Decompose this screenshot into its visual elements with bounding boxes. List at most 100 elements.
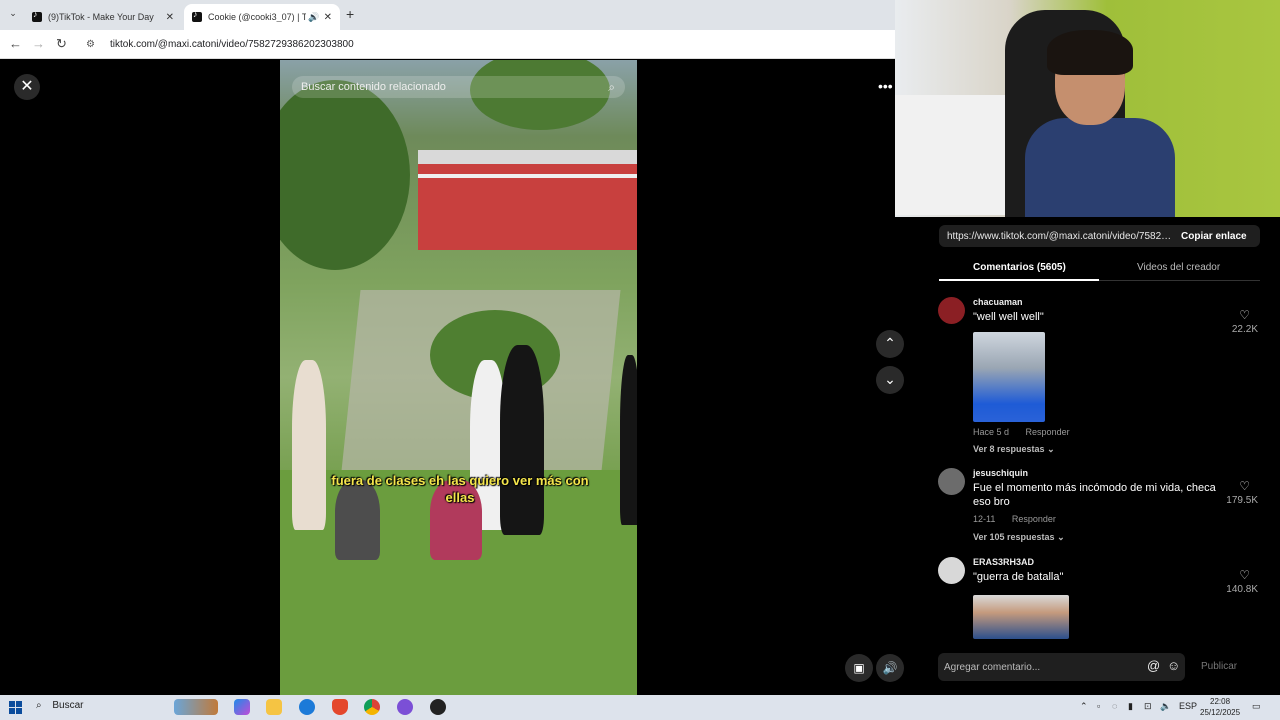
comment-text: Fue el momento más incómodo de mi vida, … — [973, 482, 1216, 508]
tab-comments[interactable]: Comentarios (5605) — [973, 262, 1066, 273]
news-widget-icon[interactable] — [174, 699, 218, 715]
forward-arrow-icon[interactable]: → — [32, 36, 45, 51]
tab-creator-videos[interactable]: Videos del creador — [1137, 262, 1220, 273]
avatar[interactable] — [938, 468, 965, 495]
windows-start-icon[interactable] — [9, 701, 22, 714]
next-video-button[interactable]: ⌄ — [876, 366, 904, 394]
tab-search-icon[interactable]: ⌄ — [6, 8, 20, 22]
obs-icon[interactable] — [430, 699, 446, 715]
brave-icon[interactable] — [332, 699, 348, 715]
tab-title: Cookie (@cooki3_07) | TikTok — [208, 12, 307, 22]
copilot-icon[interactable] — [234, 699, 250, 715]
avatar[interactable] — [938, 557, 965, 584]
copy-link-button[interactable]: Copiar enlace — [1181, 231, 1247, 242]
streamer-hair — [1047, 30, 1133, 75]
comment-meta: Hace 5 d Responder — [973, 427, 1070, 437]
view-replies-button[interactable]: Ver 105 respuestas ⌄ — [973, 532, 1065, 543]
search-icon: ⌕ — [36, 700, 42, 711]
miniplayer-icon[interactable]: ▣ — [845, 654, 873, 682]
comment-username[interactable]: chacuaman — [973, 297, 1023, 307]
tray-chevron-up-icon[interactable]: ⌃ — [1080, 701, 1088, 712]
clock-date: 25/12/2025 — [1200, 708, 1241, 717]
tab-cookie-profile[interactable]: Cookie (@cooki3_07) | TikTok 🔊 ✕ — [184, 4, 340, 30]
comment-username[interactable]: ERAS3RH3AD — [973, 557, 1034, 567]
clock-time: 22:08 — [1210, 697, 1231, 706]
windows-taskbar: ⌕ Buscar ⌃ ▫ ◌ ▮ ⊡ 🔈 ESP 22:08 25/12/202… — [0, 695, 1280, 720]
tree-decor — [280, 80, 410, 270]
avatar[interactable] — [938, 297, 965, 324]
comment-meta: 12-11 Responder — [973, 514, 1056, 524]
taskbar-search-label: Buscar — [52, 700, 84, 711]
video-caption: fuera de clases eh las quiero ver más co… — [331, 473, 589, 505]
chrome-icon[interactable] — [364, 699, 380, 715]
tiktok-favicon-icon — [192, 9, 202, 22]
taskbar-search[interactable]: ⌕ Buscar — [36, 700, 84, 711]
close-video-button[interactable]: ✕ — [14, 74, 40, 100]
reload-icon[interactable]: ↻ — [56, 36, 67, 52]
person-figure — [500, 345, 544, 535]
search-icon[interactable]: ⌕ — [608, 80, 615, 95]
publish-button[interactable]: Publicar — [1201, 661, 1237, 672]
edge-icon[interactable] — [299, 699, 315, 715]
streamer-body — [1025, 118, 1175, 217]
comment-item: chacuaman "well well well" Hace 5 d Resp… — [938, 297, 1258, 457]
add-comment-row: Agregar comentario... @ ☺ Publicar — [938, 653, 1260, 681]
input-language[interactable]: ESP — [1179, 701, 1197, 711]
add-comment-placeholder: Agregar comentario... — [944, 661, 1041, 673]
more-options-icon[interactable]: ••• — [878, 78, 893, 94]
volume-icon[interactable]: 🔈 — [1160, 701, 1171, 712]
search-placeholder: Buscar contenido relacionado — [301, 81, 446, 93]
view-replies-button[interactable]: Ver 8 respuestas ⌄ — [973, 444, 1055, 455]
related-search-input[interactable]: Buscar contenido relacionado ⌕ — [292, 76, 625, 98]
screen: ⌄ (9)TikTok - Make Your Day ✕ Cookie (@c… — [0, 0, 1280, 720]
comment-image[interactable] — [973, 595, 1069, 639]
app-icon[interactable] — [397, 699, 413, 715]
video-player[interactable]: Buscar contenido relacionado ⌕ fuera de … — [280, 60, 637, 695]
new-tab-button[interactable]: + — [346, 6, 354, 22]
like-count: 179.5K — [1226, 495, 1258, 506]
previous-video-button[interactable]: ⌃ — [876, 330, 904, 358]
close-tab-icon[interactable]: ✕ — [324, 12, 332, 23]
tab-tiktok-home[interactable]: (9)TikTok - Make Your Day ✕ — [24, 4, 182, 30]
like-icon[interactable]: ♡ — [1239, 568, 1250, 582]
mention-icon[interactable]: @ — [1147, 658, 1160, 673]
comment-username[interactable]: jesuschiquin — [973, 468, 1028, 478]
add-comment-input[interactable]: Agregar comentario... @ ☺ — [938, 653, 1185, 681]
reply-button[interactable]: Responder — [1012, 514, 1056, 524]
network-icon[interactable]: ⊡ — [1144, 701, 1152, 712]
notifications-icon[interactable]: ▭ — [1252, 701, 1261, 712]
comment-image[interactable] — [973, 332, 1045, 422]
comment-time: Hace 5 d — [973, 427, 1010, 437]
volume-icon[interactable]: 🔊 — [876, 654, 904, 682]
comment-item: ERAS3RH3AD "guerra de batalla" ♡ 140.8K — [938, 557, 1258, 639]
tab-audio-icon[interactable]: 🔊 — [308, 12, 319, 23]
comment-text: "guerra de batalla" — [973, 571, 1064, 583]
comment-item: jesuschiquin Fue el momento más incómodo… — [938, 468, 1258, 548]
back-arrow-icon[interactable]: ← — [9, 36, 22, 51]
active-tab-indicator — [939, 279, 1099, 281]
view-replies-label: Ver 8 respuestas — [973, 444, 1045, 454]
like-count: 22.2K — [1231, 324, 1258, 335]
view-replies-label: Ver 105 respuestas — [973, 532, 1055, 542]
site-info-icon[interactable]: ⚙ — [86, 39, 100, 50]
panel-tabs: Comentarios (5605) Videos del creador — [939, 259, 1260, 281]
clock[interactable]: 22:08 25/12/2025 — [1200, 696, 1240, 718]
comment-time: 12-11 — [973, 514, 996, 524]
person-figure — [620, 355, 637, 525]
like-icon[interactable]: ♡ — [1239, 308, 1250, 322]
like-icon[interactable]: ♡ — [1239, 479, 1250, 493]
webcam-overlay — [895, 0, 1280, 217]
tiktok-favicon-icon — [32, 9, 42, 22]
tray-app-icon[interactable]: ▫ — [1097, 701, 1100, 711]
file-explorer-icon[interactable] — [266, 699, 282, 715]
emoji-icon[interactable]: ☺ — [1167, 658, 1180, 673]
tray-app-icon[interactable]: ◌ — [1112, 701, 1117, 711]
reply-button[interactable]: Responder — [1026, 427, 1070, 437]
browser-toolbar: ← → ↻ ⚙ tiktok.com/@maxi.catoni/video/75… — [0, 30, 895, 59]
share-link-text[interactable]: https://www.tiktok.com/@maxi.catoni/vide… — [939, 231, 1175, 242]
address-bar[interactable]: ⚙ tiktok.com/@maxi.catoni/video/75827293… — [80, 34, 890, 55]
url-text: tiktok.com/@maxi.catoni/video/7582729386… — [110, 39, 354, 50]
browser-tabstrip: ⌄ (9)TikTok - Make Your Day ✕ Cookie (@c… — [0, 0, 895, 30]
close-tab-icon[interactable]: ✕ — [166, 12, 174, 23]
tray-app-icon[interactable]: ▮ — [1128, 701, 1133, 712]
